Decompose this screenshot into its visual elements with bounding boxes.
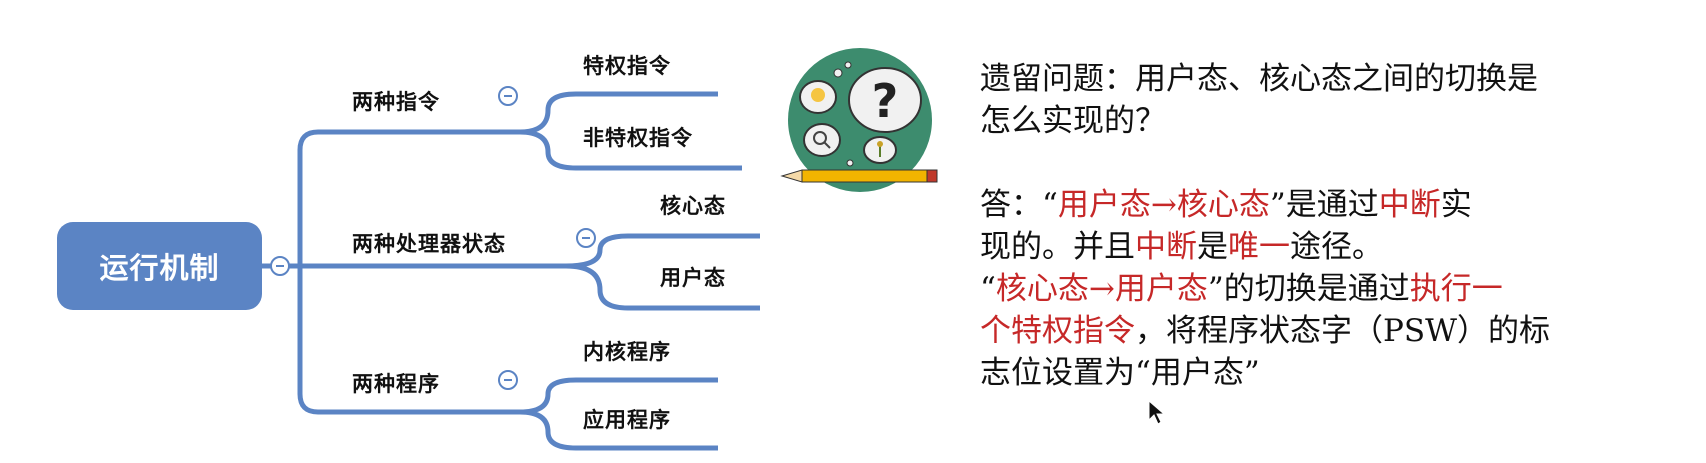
privileged-instruction-highlight: 个特权指令: [980, 313, 1135, 349]
question-line-1: 遗留问题：用户态、核心态之间的切换是: [980, 61, 1538, 97]
branch-label-instructions[interactable]: 两种指令: [352, 86, 440, 116]
interrupt-highlight: 中断: [1378, 187, 1441, 223]
qa-text-panel: 遗留问题：用户态、核心态之间的切换是 怎么实现的？ 答：“用户态→核心态”是通过…: [980, 58, 1680, 394]
root-node[interactable]: 运行机制: [57, 222, 262, 310]
root-label: 运行机制: [99, 251, 220, 285]
kernel-mode-highlight: 核心态: [995, 271, 1089, 307]
answer-text-segment: “: [980, 271, 996, 307]
answer-text-segment: 实: [1440, 187, 1472, 223]
interrupt-highlight: 中断: [1135, 229, 1197, 265]
leaf-application-program[interactable]: 应用程序: [583, 404, 671, 434]
leaf-kernel-program[interactable]: 内核程序: [583, 336, 671, 366]
mouse-cursor-icon: [1148, 400, 1166, 425]
answer-text-segment: 是: [1197, 229, 1228, 265]
answer-prefix: 答：“: [980, 187, 1058, 223]
kernel-mode-highlight: 核心态: [1176, 187, 1270, 223]
branch-label-programs[interactable]: 两种程序: [352, 368, 440, 398]
answer-text-segment: 途径。: [1290, 229, 1383, 265]
arrow-glyph: →: [1150, 187, 1177, 223]
question-text: 遗留问题：用户态、核心态之间的切换是 怎么实现的？: [980, 58, 1680, 142]
execute-highlight: 执行一: [1409, 271, 1503, 307]
question-line-2: 怎么实现的？: [980, 103, 1166, 139]
answer-text-segment: ”是通过: [1269, 187, 1379, 223]
answer-paragraph-1: 答：“用户态→核心态”是通过中断实 现的。并且中断是唯一途径。: [980, 184, 1680, 268]
leaf-kernel-mode[interactable]: 核心态: [660, 190, 726, 220]
answer-text-segment: 志位设置为“用户态”: [980, 355, 1260, 391]
answer-text-segment: 现的。并且: [980, 229, 1135, 265]
question-thinking-icon: ?: [780, 45, 950, 209]
only-way-highlight: 唯一: [1228, 229, 1290, 265]
user-mode-highlight: 用户态: [1057, 187, 1151, 223]
branch-collapse-icon-1[interactable]: [498, 86, 518, 106]
leaf-non-privileged-instruction[interactable]: 非特权指令: [583, 122, 693, 152]
leaf-privileged-instruction[interactable]: 特权指令: [583, 50, 671, 80]
branch-label-processor-states[interactable]: 两种处理器状态: [352, 228, 506, 258]
leaf-user-mode[interactable]: 用户态: [660, 262, 726, 292]
answer-text-segment: ，将程序状态字（PSW）的标: [1135, 313, 1550, 349]
branch-collapse-icon-3[interactable]: [498, 370, 518, 390]
arrow-glyph: →: [1088, 271, 1115, 307]
answer-text-segment: ”的切换是通过: [1207, 271, 1410, 307]
branch-collapse-icon-2[interactable]: [576, 228, 596, 248]
answer-paragraph-2: “核心态→用户态”的切换是通过执行一 个特权指令，将程序状态字（PSW）的标 志…: [980, 268, 1680, 394]
root-collapse-icon[interactable]: [270, 256, 290, 276]
question-mark-glyph: ?: [872, 74, 899, 128]
user-mode-highlight: 用户态: [1114, 271, 1208, 307]
